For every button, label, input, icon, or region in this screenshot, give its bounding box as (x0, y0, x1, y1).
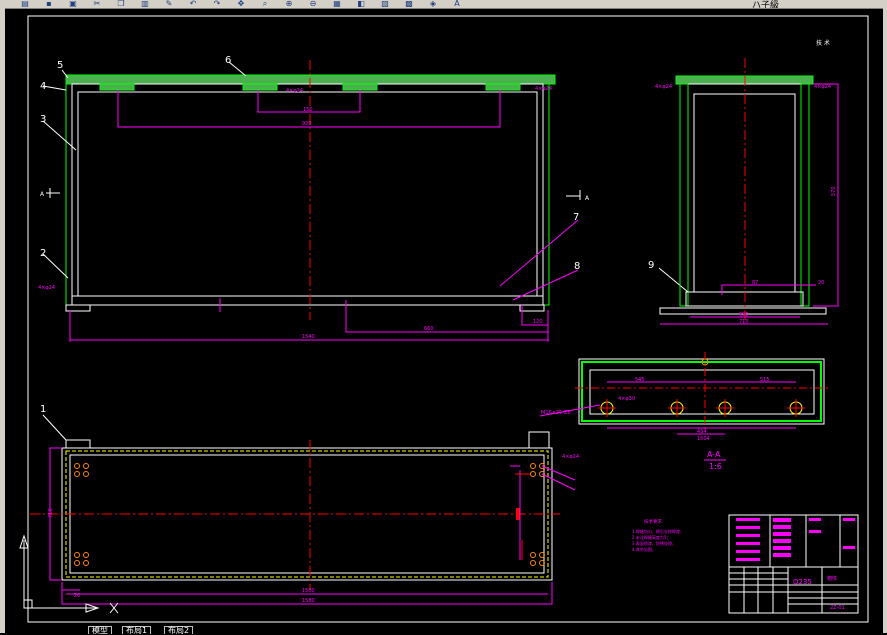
dim-plan-inner: 1500 (302, 588, 315, 594)
top-pad-3 (342, 83, 378, 91)
dim-section-right: 515 (760, 377, 770, 383)
note-4: 4.其余见图。 (632, 546, 656, 552)
ucs-icon (19, 534, 119, 614)
dim-plan-left: 20 (74, 593, 80, 599)
technical-notes: 技术要求 1.焊缝均匀，焊后去除焊渣； 2.未注焊缝高度为5； 3.表面喷漆，防… (632, 518, 684, 552)
material: Q235 (793, 578, 812, 586)
note-3: 3.表面喷漆，防锈处理； (632, 540, 676, 546)
dim-plan-height: 710 (48, 508, 54, 518)
part-label-8: 8 (574, 261, 580, 272)
section-title: A-A (707, 450, 721, 459)
part-label-4: 4 (40, 81, 46, 92)
side-view (659, 58, 839, 325)
drawing-number: 2Z-01 (830, 605, 845, 611)
title-block-cells (736, 518, 855, 561)
right-foot (519, 304, 545, 312)
section-mark-left: A (40, 191, 45, 198)
section-aa (539, 352, 830, 435)
dim-front-top-span: 920 (302, 121, 312, 127)
top-pad-4 (485, 83, 521, 91)
left-post-weld (65, 83, 73, 306)
dim-front-holes: 4×φ24 (286, 88, 303, 94)
part-name: 箱体 (827, 575, 837, 582)
part-label-3: 3 (40, 114, 46, 125)
dim-side-small-2: 20 (818, 280, 824, 286)
part-leaders (42, 61, 689, 441)
dim-side-height: 570 (831, 186, 837, 196)
part-label-5: 5 (57, 60, 63, 71)
title-note: 技 术 (816, 39, 830, 47)
note-2: 2.未注焊缝高度为5； (632, 534, 670, 540)
front-frame (71, 83, 544, 306)
part-label-1: 1 (40, 404, 46, 415)
note-1: 1.焊缝均匀，焊后去除焊渣； (632, 528, 684, 534)
section-mark-right: A (585, 195, 590, 202)
top-pad-1 (99, 83, 135, 91)
bottom-beam (71, 295, 544, 306)
part-label-6: 6 (225, 55, 231, 66)
drawing-canvas[interactable]: 920 150 1540 660 120 4×φ24 4×φ24 4×φ24 A… (0, 0, 887, 633)
notes-title: 技术要求 (644, 518, 662, 525)
dim-side-holes-left: 4×φ24 (655, 84, 672, 90)
top-pad-2 (242, 83, 278, 91)
part-label-7: 7 (573, 212, 579, 223)
dim-plan-overall: 1580 (302, 598, 315, 604)
part-label-9: 9 (648, 260, 654, 271)
right-post-weld (542, 83, 550, 306)
dim-section-mid: 434 (697, 429, 707, 435)
bolt-note: M16×25-Z8 (541, 410, 571, 416)
dim-front-right-small: 120 (533, 319, 543, 325)
dim-front-holes-left: 4×φ24 (38, 285, 55, 291)
dim-side-inner: 650 (739, 312, 749, 318)
plan-view (30, 431, 576, 605)
section-scale: 1:6 (709, 462, 722, 471)
part-label-2: 2 (40, 248, 46, 259)
title-block (728, 514, 859, 614)
dim-section-mid-2: 1504 (697, 436, 710, 442)
dim-front-overall: 1540 (302, 334, 315, 340)
front-dims (69, 90, 579, 342)
dim-side-holes-right: 4×φ24 (814, 84, 831, 90)
dim-front-holes-right: 4×φ24 (535, 86, 552, 92)
front-view: 920 150 1540 660 120 4×φ24 4×φ24 4×φ24 A… (38, 60, 590, 342)
dim-side-small: 87 (752, 280, 758, 286)
dim-section-hole: 4×φ30 (618, 396, 635, 402)
dim-section-left: 545 (635, 377, 645, 383)
dim-front-center: 150 (303, 107, 313, 113)
dim-plan-holes: 4×φ24 (562, 454, 579, 460)
dim-front-bottom-right: 660 (424, 326, 434, 332)
dim-side-width: 710 (739, 319, 749, 325)
